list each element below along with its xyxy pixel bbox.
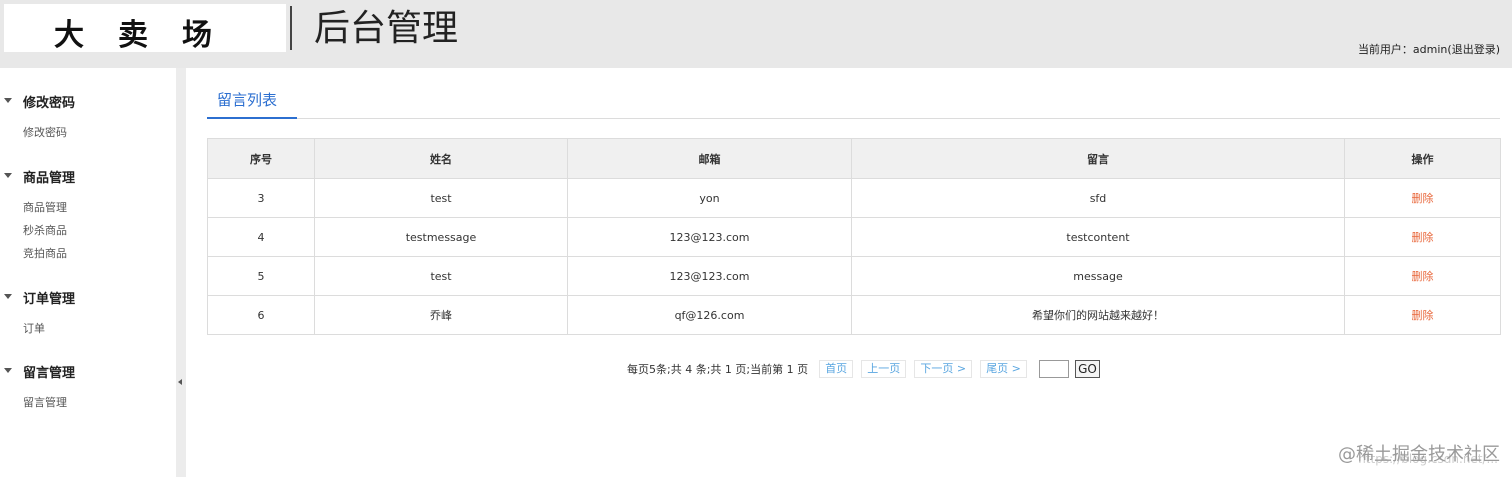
header-divider — [290, 6, 292, 50]
sidebar-item-auction[interactable]: 竞拍商品 — [23, 245, 67, 261]
sidebar-item-orders[interactable]: 订单 — [23, 320, 45, 336]
column-header-email: 邮箱 — [567, 138, 852, 179]
tab-bar: 留言列表 — [207, 80, 1500, 119]
cell-email: 123@123.com — [567, 256, 852, 296]
table-row: 6 乔峰 qf@126.com 希望你们的网站越来越好！ 删除 — [207, 295, 1501, 335]
go-button[interactable]: GO — [1075, 359, 1100, 378]
delete-link[interactable]: 删除 — [1412, 192, 1434, 205]
caret-down-icon — [4, 368, 12, 373]
cell-id: 5 — [207, 256, 315, 296]
cell-message: sfd — [851, 178, 1345, 218]
table-header-row: 序号 姓名 邮箱 留言 操作 — [207, 138, 1501, 179]
menu-head-orders[interactable]: 订单管理 — [0, 286, 176, 307]
cell-id: 4 — [207, 217, 315, 257]
table-row: 3 test yon sfd 删除 — [207, 178, 1501, 218]
header: 大卖场 后台管理 当前用户：admin(退出登录) — [0, 0, 1512, 68]
cell-message: testcontent — [851, 217, 1345, 257]
cell-email: yon — [567, 178, 852, 218]
menu-head-label: 订单管理 — [23, 292, 76, 307]
prev-page-button[interactable]: 上一页 — [861, 359, 907, 378]
sidebar-item-messages[interactable]: 留言管理 — [23, 394, 67, 410]
column-header-id: 序号 — [207, 138, 315, 179]
last-page-button[interactable]: 尾页 > — [980, 359, 1027, 378]
table-row: 5 test 123@123.com message 删除 — [207, 256, 1501, 296]
pagination: 每页5条;共 4 条;共 1 页;当前第 1 页 首页 上一页 下一页 > 尾页… — [207, 358, 1500, 378]
page-number-input[interactable] — [1039, 359, 1069, 378]
table-row: 4 testmessage 123@123.com testcontent 删除 — [207, 217, 1501, 257]
logout-link[interactable]: (退出登录) — [1447, 43, 1500, 56]
first-page-button[interactable]: 首页 — [819, 359, 854, 378]
cell-message: message — [851, 256, 1345, 296]
app-title: 后台管理 — [314, 8, 459, 49]
sidebar-item-change-password[interactable]: 修改密码 — [23, 124, 67, 140]
cell-name: 乔峰 — [314, 295, 568, 335]
cell-action: 删除 — [1344, 256, 1501, 296]
cell-name: test — [314, 256, 568, 296]
column-header-message: 留言 — [851, 138, 1345, 179]
sidebar: 修改密码 修改密码 商品管理 商品管理 秒杀商品 竞拍商品 订单管理 订单 留言… — [0, 68, 176, 477]
sidebar-item-products[interactable]: 商品管理 — [23, 199, 67, 215]
caret-down-icon — [4, 173, 12, 178]
logo: 大卖场 — [54, 18, 246, 53]
cell-message: 希望你们的网站越来越好！ — [851, 295, 1345, 335]
menu-head-label: 商品管理 — [23, 171, 76, 186]
cell-action: 删除 — [1344, 217, 1501, 257]
delete-link[interactable]: 删除 — [1412, 231, 1434, 244]
chevron-left-icon — [178, 379, 182, 385]
current-user-label: 当前用户：admin — [1357, 43, 1448, 56]
sidebar-collapse-handle[interactable] — [176, 68, 186, 477]
cell-name: testmessage — [314, 217, 568, 257]
menu-head-label: 留言管理 — [23, 366, 76, 381]
pagination-summary: 每页5条;共 4 条;共 1 页;当前第 1 页 — [627, 362, 809, 376]
menu-head-label: 修改密码 — [23, 96, 76, 111]
cell-action: 删除 — [1344, 295, 1501, 335]
caret-down-icon — [4, 294, 12, 299]
caret-down-icon — [4, 98, 12, 103]
delete-link[interactable]: 删除 — [1412, 309, 1434, 322]
menu-head-password[interactable]: 修改密码 — [0, 90, 176, 111]
cell-email: 123@123.com — [567, 217, 852, 257]
cell-name: test — [314, 178, 568, 218]
cell-id: 3 — [207, 178, 315, 218]
user-info: 当前用户：admin(退出登录) — [1358, 41, 1500, 57]
menu-head-products[interactable]: 商品管理 — [0, 165, 176, 186]
delete-link[interactable]: 删除 — [1412, 270, 1434, 283]
tab-message-list[interactable]: 留言列表 — [207, 80, 297, 119]
logo-box: 大卖场 — [4, 4, 286, 53]
column-header-action: 操作 — [1344, 138, 1501, 179]
cell-email: qf@126.com — [567, 295, 852, 335]
pagination-inner: 每页5条;共 4 条;共 1 页;当前第 1 页 首页 上一页 下一页 > 尾页… — [627, 358, 1100, 378]
cell-action: 删除 — [1344, 178, 1501, 218]
watermark: @稀土掘金技术社区 — [1338, 444, 1500, 465]
menu-head-messages[interactable]: 留言管理 — [0, 360, 176, 381]
column-header-name: 姓名 — [314, 138, 568, 179]
next-page-button[interactable]: 下一页 > — [914, 359, 973, 378]
sidebar-item-flash-sale[interactable]: 秒杀商品 — [23, 222, 67, 238]
cell-id: 6 — [207, 295, 315, 335]
message-table: 序号 姓名 邮箱 留言 操作 3 test yon sfd 删除 4 testm… — [207, 138, 1501, 335]
tab-label: 留言列表 — [217, 91, 278, 109]
